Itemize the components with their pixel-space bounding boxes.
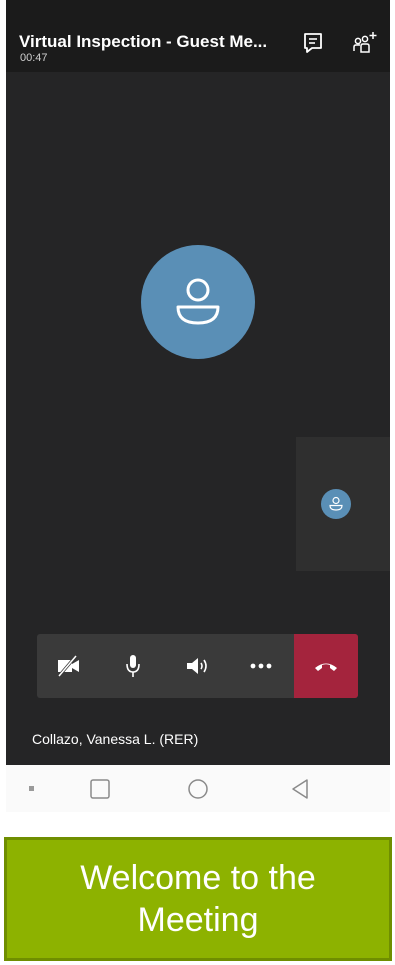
hang-up-button[interactable] bbox=[294, 634, 358, 698]
meeting-title: Virtual Inspection - Guest Me... bbox=[19, 32, 268, 51]
remote-participant-avatar bbox=[141, 245, 255, 359]
nav-back-button[interactable] bbox=[286, 775, 314, 803]
square-icon bbox=[90, 779, 110, 799]
nav-menu-button[interactable] bbox=[18, 775, 46, 803]
circle-icon bbox=[188, 779, 208, 799]
participant-name: Collazo, Vanessa L. (RER) bbox=[32, 731, 199, 747]
more-options-button[interactable] bbox=[229, 634, 293, 698]
meeting-header: Virtual Inspection - Guest Me... 00:47 bbox=[6, 0, 390, 72]
person-icon bbox=[176, 278, 220, 325]
nav-overview-button[interactable] bbox=[86, 775, 114, 803]
chat-icon bbox=[304, 33, 322, 53]
welcome-text: Welcome to the Meeting bbox=[80, 859, 316, 939]
call-controls-bar bbox=[37, 634, 358, 698]
nav-home-button[interactable] bbox=[184, 775, 212, 803]
microphone-button[interactable] bbox=[101, 634, 165, 698]
meeting-screen: Virtual Inspection - Guest Me... 00:47 C… bbox=[6, 0, 390, 812]
more-icon bbox=[250, 663, 272, 669]
back-triangle-icon bbox=[292, 779, 308, 799]
add-people-icon bbox=[353, 32, 377, 53]
video-off-icon bbox=[57, 655, 79, 677]
add-people-button[interactable] bbox=[352, 30, 378, 56]
self-avatar bbox=[321, 489, 351, 519]
call-timer: 00:47 bbox=[20, 52, 48, 64]
hang-up-icon bbox=[315, 663, 337, 671]
chat-button[interactable] bbox=[300, 30, 326, 56]
self-video-tile[interactable] bbox=[296, 437, 390, 571]
android-navigation-bar bbox=[6, 765, 390, 812]
microphone-icon bbox=[126, 655, 140, 677]
camera-toggle-button[interactable] bbox=[37, 634, 101, 698]
speaker-button[interactable] bbox=[165, 634, 229, 698]
speaker-icon bbox=[187, 658, 207, 674]
menu-icon bbox=[29, 786, 34, 791]
person-icon bbox=[329, 496, 343, 511]
welcome-banner: Welcome to the Meeting bbox=[4, 837, 392, 961]
